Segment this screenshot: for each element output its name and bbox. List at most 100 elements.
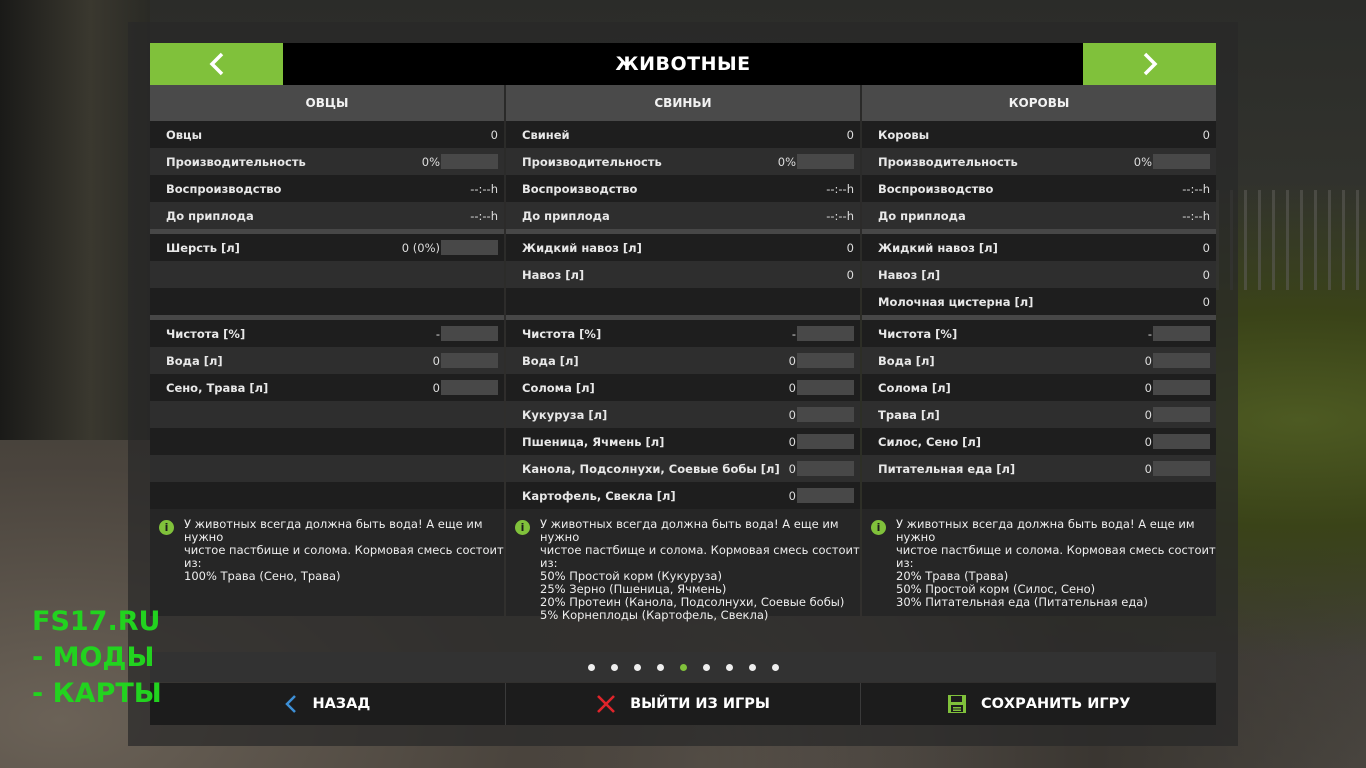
stat-value: --:--h: [1182, 181, 1210, 196]
stat-value: 0 (0%): [401, 240, 440, 255]
page-dot[interactable]: [702, 663, 710, 671]
column-title: СВИНЬИ: [506, 85, 860, 121]
stat-label: Производительность: [522, 154, 662, 169]
stat-label: Жидкий навоз [л]: [522, 240, 642, 255]
feeding-info: i У животных всегда должна быть вода! А е…: [862, 509, 1216, 609]
stat-value: 0: [1202, 240, 1210, 255]
stat-value: 0: [1202, 127, 1210, 142]
stat-value: 0: [788, 461, 796, 476]
level-bar: [797, 326, 854, 341]
save-game-button[interactable]: СОХРАНИТЬ ИГРУ: [860, 683, 1217, 725]
page-dot[interactable]: [633, 663, 641, 671]
stat-label: Овцы: [166, 127, 202, 142]
page-dot[interactable]: [748, 663, 756, 671]
stat-label: Производительность: [878, 154, 1018, 169]
stat-label: Чистота [%]: [878, 326, 958, 341]
stat-row: Чистота [%] -: [150, 320, 504, 347]
stat-row: Солома [л] 0: [506, 374, 860, 401]
stat-row: Сено, Трава [л] 0: [150, 374, 504, 401]
stat-value: --:--h: [826, 208, 854, 223]
watermark-line: FS17.RU: [32, 606, 161, 637]
page-dot[interactable]: [725, 663, 733, 671]
page-dot[interactable]: [771, 663, 779, 671]
pagination-dots: [150, 652, 1216, 682]
stat-row: Овцы 0: [150, 121, 504, 148]
stat-row: Питательная еда [л] 0: [862, 455, 1216, 482]
stat-label: До приплода: [166, 208, 254, 223]
level-bar: [797, 154, 854, 169]
stat-row: Канола, Подсолнухи, Соевые бобы [л] 0: [506, 455, 860, 482]
level-bar: [797, 380, 854, 395]
stat-row: Шерсть [л] 0 (0%): [150, 234, 504, 261]
page-dot[interactable]: [587, 663, 595, 671]
stat-row: [150, 455, 504, 482]
level-bar: [797, 488, 854, 503]
level-bar: [1153, 380, 1210, 395]
stat-row: Производительность 0%: [862, 148, 1216, 175]
stat-row: Вода [л] 0: [150, 347, 504, 374]
close-icon: [597, 695, 616, 713]
stat-label: Картофель, Свекла [л]: [522, 488, 676, 503]
quit-game-button[interactable]: ВЫЙТИ ИЗ ИГРЫ: [504, 683, 861, 725]
page-dot[interactable]: [679, 663, 687, 671]
header-bar: ЖИВОТНЫЕ: [150, 43, 1216, 85]
stat-label: Трава [л]: [878, 407, 940, 422]
stat-value: 0: [788, 380, 796, 395]
stat-value: 0: [788, 434, 796, 449]
stat-value: 0: [1202, 294, 1210, 309]
floppy-disk-icon: [947, 695, 966, 713]
level-bar: [441, 353, 498, 368]
page-dot[interactable]: [656, 663, 664, 671]
info-line: 100% Трава (Сено, Трава): [184, 569, 341, 583]
info-line: 5% Корнеплоды (Картофель, Свекла): [540, 608, 769, 622]
chevron-left-icon: [209, 52, 223, 76]
stat-value: --:--h: [470, 208, 498, 223]
stat-label: Навоз [л]: [878, 267, 941, 282]
column-title: ОВЦЫ: [150, 85, 504, 121]
stat-row: [150, 401, 504, 428]
stat-value: 0: [1144, 407, 1152, 422]
back-button[interactable]: НАЗАД: [150, 683, 505, 725]
info-icon: i: [871, 520, 886, 535]
stat-row: Воспроизводство --:--h: [150, 175, 504, 202]
info-icon: i: [515, 520, 530, 535]
level-bar: [1153, 353, 1210, 368]
level-bar: [797, 434, 854, 449]
stat-label: Чистота [%]: [522, 326, 602, 341]
level-bar: [441, 240, 498, 255]
next-page-button[interactable]: [1083, 43, 1216, 85]
stat-value: 0: [846, 240, 854, 255]
stat-value: 0: [788, 353, 796, 368]
stat-label: Навоз [л]: [522, 267, 585, 282]
info-line: 30% Питательная еда (Питательная еда): [896, 595, 1148, 609]
stat-value: 0%: [421, 154, 440, 169]
stat-label: Кукуруза [л]: [522, 407, 608, 422]
stat-row: Свиней 0: [506, 121, 860, 148]
stat-label: Солома [л]: [522, 380, 595, 395]
chevron-right-icon: [1143, 52, 1157, 76]
level-bar: [1153, 461, 1210, 476]
stat-label: Коровы: [878, 127, 930, 142]
stat-value: --:--h: [1182, 208, 1210, 223]
stat-label: Жидкий навоз [л]: [878, 240, 998, 255]
feeding-info: i У животных всегда должна быть вода! А е…: [506, 509, 860, 622]
column-title: КОРОВЫ: [862, 85, 1216, 121]
stat-value: 0: [1144, 434, 1152, 449]
prev-page-button[interactable]: [150, 43, 283, 85]
level-bar: [1153, 154, 1210, 169]
footer-bar: НАЗАД ВЫЙТИ ИЗ ИГРЫ СОХРАНИТЬ ИГРУ: [150, 683, 1217, 725]
info-line: У животных всегда должна быть вода! А ещ…: [896, 517, 1195, 544]
stat-label: Шерсть [л]: [166, 240, 240, 255]
stat-row: Воспроизводство --:--h: [506, 175, 860, 202]
level-bar: [797, 407, 854, 422]
watermark-line: - КАРТЫ: [32, 678, 162, 709]
back-label: НАЗАД: [312, 696, 371, 712]
page-dot[interactable]: [610, 663, 618, 671]
stat-label: Молочная цистерна [л]: [878, 294, 1034, 309]
level-bar: [1153, 326, 1210, 341]
stat-row: Вода [л] 0: [506, 347, 860, 374]
stat-row: Трава [л] 0: [862, 401, 1216, 428]
info-line: чистое пастбище и солома. Кормовая смесь…: [896, 543, 1216, 557]
stat-row: До приплода --:--h: [150, 202, 504, 229]
stat-label: Канола, Подсолнухи, Соевые бобы [л]: [522, 461, 780, 476]
